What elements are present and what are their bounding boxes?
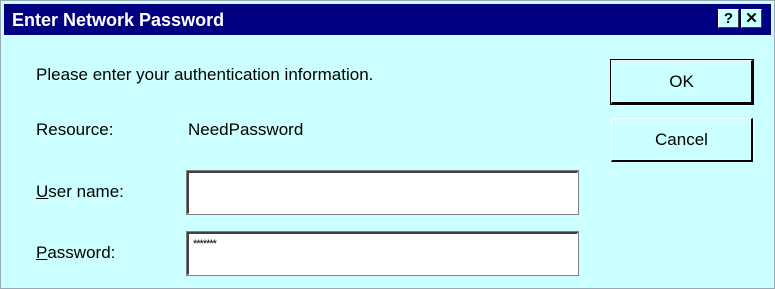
username-input[interactable] xyxy=(186,170,579,215)
question-mark-icon: ? xyxy=(723,10,734,27)
network-password-dialog: Enter Network Password ? ✕ Please enter … xyxy=(0,0,775,289)
password-label-text: assword: xyxy=(47,243,116,262)
username-label-mnemonic: U xyxy=(36,182,49,201)
close-button[interactable]: ✕ xyxy=(741,9,762,28)
password-label: Password: xyxy=(36,243,115,263)
ok-button[interactable]: OK xyxy=(610,59,754,105)
window-title: Enter Network Password xyxy=(12,10,225,30)
title-bar[interactable]: Enter Network Password ? ✕ xyxy=(4,4,771,35)
cancel-button[interactable]: Cancel xyxy=(611,118,753,162)
password-label-mnemonic: P xyxy=(36,243,48,262)
close-icon: ✕ xyxy=(745,10,758,27)
username-label-text: ser name: xyxy=(48,182,124,201)
instruction-text: Please enter your authentication informa… xyxy=(36,65,374,84)
username-label: User name: xyxy=(36,182,124,202)
password-input[interactable]: ******* xyxy=(186,231,579,276)
help-button[interactable]: ? xyxy=(718,9,739,28)
resource-value: NeedPassword xyxy=(188,120,304,139)
resource-label: Resource: xyxy=(36,120,114,139)
